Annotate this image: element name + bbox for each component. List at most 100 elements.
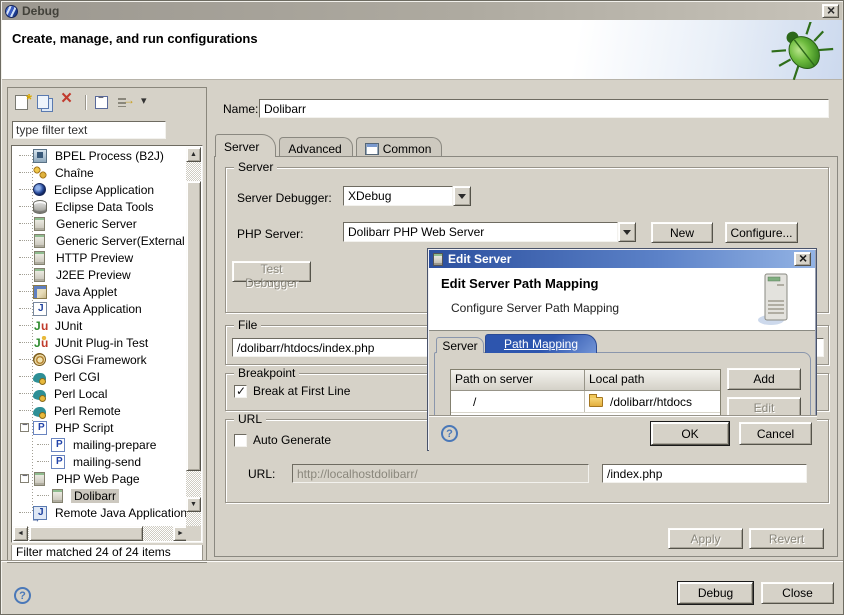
break-first-line-checkbox[interactable]: Break at First Line [234, 384, 350, 398]
vertical-scroll-thumb[interactable] [186, 181, 201, 471]
tree-item-generic-server-external-la[interactable]: Generic Server(External La [13, 232, 186, 249]
tree-item-php-web-page[interactable]: PHP Web Page [13, 470, 186, 487]
url-path-input[interactable] [602, 464, 807, 483]
scroll-left-button[interactable]: ◄ [13, 526, 28, 541]
tree-item-http-preview[interactable]: HTTP Preview [13, 249, 186, 266]
tab-server[interactable]: Server [215, 134, 276, 157]
window-close-button[interactable] [822, 4, 839, 18]
php-server-value: Dolibarr PHP Web Server [343, 222, 618, 242]
php-web-icon [52, 489, 63, 503]
tree-item-label: PHP Script [52, 421, 116, 435]
tree-item-java-applet[interactable]: Java Applet [13, 283, 186, 300]
tree-item-cha-ne[interactable]: Chaîne [13, 164, 186, 181]
dropdown-arrow-icon[interactable] [618, 222, 636, 242]
dialog-help-icon[interactable]: ? [441, 425, 458, 442]
tree-item-generic-server[interactable]: Generic Server [13, 215, 186, 232]
close-button[interactable]: Close [761, 582, 834, 604]
configure-server-button[interactable]: Configure... [725, 222, 798, 243]
tree-item-perl-local[interactable]: Perl Local [13, 385, 186, 402]
horizontal-scroll-thumb[interactable] [29, 526, 143, 541]
debug-button[interactable]: Debug [678, 582, 753, 604]
tree-item-junit-plug-in-test[interactable]: JUnit Plug-in Test [13, 334, 186, 351]
dropdown-arrow-icon[interactable] [453, 186, 471, 206]
tree-item-label: Eclipse Application [51, 183, 157, 197]
test-debugger-button[interactable]: Test Debugger [232, 261, 311, 282]
column-header-path-on-server[interactable]: Path on server [451, 370, 585, 391]
tree-item-remote-java-application[interactable]: Remote Java Application [13, 504, 186, 521]
configurations-panel: BPEL Process (B2J)Chaîne Eclipse Applicat… [7, 87, 207, 563]
tree-guide-line [19, 240, 31, 241]
table-icon [365, 143, 379, 155]
server-icon [34, 217, 45, 231]
new-server-button[interactable]: New [651, 222, 713, 243]
edit-server-titlebar[interactable]: Edit Server [429, 250, 815, 268]
tree-vertical-scrollbar[interactable]: ▲ ▼ [186, 147, 201, 528]
ok-button[interactable]: OK [651, 422, 729, 445]
tree-item-junit[interactable]: JUnit [13, 317, 186, 334]
scroll-down-button[interactable]: ▼ [186, 497, 201, 512]
auto-generate-checkbox[interactable]: Auto Generate [234, 433, 331, 447]
tree-item-j2ee-preview[interactable]: J2EE Preview [13, 266, 186, 283]
tree-expander-icon[interactable] [20, 423, 29, 432]
eclipse-logo-icon [5, 5, 18, 18]
checkbox-icon[interactable] [234, 434, 247, 447]
bottom-separator [1, 560, 844, 562]
tree-item-java-application[interactable]: Java Application [13, 300, 186, 317]
menu-dropdown-icon[interactable] [139, 93, 151, 111]
server-icon [34, 251, 45, 265]
column-header-local-path[interactable]: Local path [585, 370, 720, 391]
window-titlebar[interactable]: Debug [2, 2, 842, 20]
eclipse-app-icon [33, 183, 46, 196]
add-mapping-button[interactable]: Add [727, 368, 801, 390]
scroll-up-button[interactable]: ▲ [186, 147, 201, 162]
tree-item-mailing-prepare[interactable]: mailing-prepare [13, 436, 186, 453]
tree-item-php-script[interactable]: PHP Script [13, 419, 186, 436]
duplicate-icon[interactable] [35, 93, 55, 111]
file-group-legend: File [234, 318, 261, 332]
tree-guide-line [19, 410, 31, 411]
tree-item-label: PHP Web Page [53, 472, 143, 486]
tree-item-label: JUnit [52, 319, 85, 333]
tree-item-perl-remote[interactable]: Perl Remote [13, 402, 186, 419]
url-label: URL: [248, 467, 275, 481]
apply-button[interactable]: Apply [668, 528, 743, 549]
breakpoint-group-legend: Breakpoint [234, 366, 299, 380]
edit-server-close-button[interactable] [794, 252, 811, 266]
tree-item-dolibarr[interactable]: Dolibarr [13, 487, 186, 504]
tree-guide-line [19, 155, 31, 156]
tab-common[interactable]: Common [356, 137, 443, 157]
dialog-tab-path-mapping[interactable]: Path Mapping [485, 334, 597, 353]
server-icon [34, 234, 45, 248]
cancel-button[interactable]: Cancel [739, 422, 812, 445]
new-config-icon[interactable] [12, 93, 32, 111]
config-tabs: ServerAdvancedCommon [215, 134, 442, 157]
tree-item-eclipse-data-tools[interactable]: Eclipse Data Tools [13, 198, 186, 215]
tree-item-eclipse-application[interactable]: Eclipse Application [13, 181, 186, 198]
checkbox-icon[interactable] [234, 385, 247, 398]
tab-advanced[interactable]: Advanced [279, 137, 352, 157]
tree-horizontal-scrollbar[interactable]: ◄ ► [13, 526, 188, 541]
tree-guide-line [37, 444, 49, 445]
filter-icon[interactable] [116, 93, 136, 111]
php-server-combo[interactable]: Dolibarr PHP Web Server [343, 222, 636, 242]
delete-icon[interactable] [58, 93, 78, 111]
server-debugger-combo[interactable]: XDebug [343, 186, 471, 206]
tree-item-mailing-send[interactable]: mailing-send [13, 453, 186, 470]
dialog-tab-server[interactable]: Server [436, 337, 484, 353]
help-icon[interactable]: ? [14, 587, 31, 604]
php-web-icon [34, 472, 45, 486]
php-server-label: PHP Server: [237, 227, 303, 241]
table-row[interactable]: //dolibarr/htdocs [451, 391, 720, 412]
revert-button[interactable]: Revert [749, 528, 824, 549]
filter-input[interactable] [12, 121, 166, 139]
tree-item-label: Java Application [52, 302, 145, 316]
collapse-all-icon[interactable] [93, 93, 113, 111]
tree-expander-icon[interactable] [20, 474, 29, 483]
left-toolbar [12, 91, 151, 113]
tree-item-osgi-framework[interactable]: OSGi Framework [13, 351, 186, 368]
tree-guide-line [19, 512, 31, 513]
tree-item-perl-cgi[interactable]: Perl CGI [13, 368, 186, 385]
tree-item-label: mailing-prepare [70, 438, 159, 452]
name-input[interactable] [259, 99, 829, 118]
tree-item-bpel-process-b2j[interactable]: BPEL Process (B2J) [13, 147, 186, 164]
